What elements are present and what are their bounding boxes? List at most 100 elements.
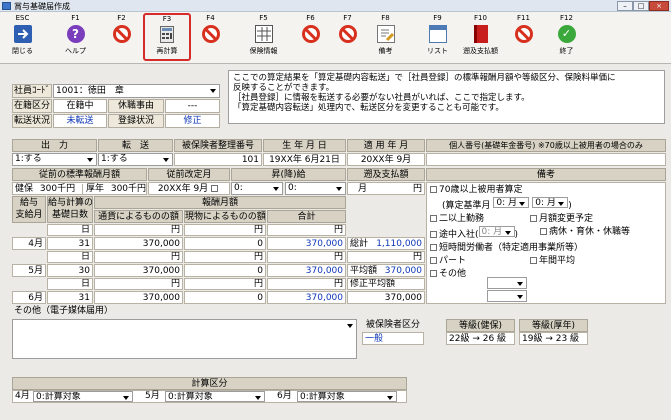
- in-kind-header: 現物によるものの額: [184, 210, 266, 223]
- info-note: ここでの算定結果を「算定基礎内容転送」で［社員登録］の標準報酬月額や等級区分、保…: [228, 70, 665, 124]
- row-in-kind[interactable]: 0: [184, 264, 266, 277]
- other-electronic-field[interactable]: [12, 319, 357, 359]
- transfer-status-label: 転送状況: [12, 114, 52, 128]
- apply-month-value: 20XX年 9月: [347, 153, 425, 166]
- mynumber-field[interactable]: [426, 153, 666, 166]
- kosei-value: 300: [110, 184, 129, 194]
- checkbox[interactable]: [540, 228, 547, 235]
- prev-revise-header: 従前改定月: [148, 168, 230, 181]
- row-days[interactable]: 31: [47, 237, 93, 250]
- f11-disabled-button[interactable]: F11: [503, 14, 544, 62]
- row-in-kind[interactable]: 0: [184, 291, 266, 304]
- monthly-change-option[interactable]: 月額変更予定: [530, 213, 593, 226]
- calc-apr-select[interactable]: 0:計算対象: [33, 391, 133, 402]
- other-electronic-header: その他（電子媒体届用）: [12, 305, 346, 318]
- prev-revise-value[interactable]: 20XX年 9月: [148, 182, 230, 195]
- checkbox[interactable]: [430, 257, 437, 264]
- prev-revise-text: 20XX年 9月: [157, 184, 209, 194]
- row-total: 370,000: [267, 291, 346, 304]
- checkbox[interactable]: [430, 231, 437, 238]
- yen-unit: 円: [267, 251, 346, 263]
- prohibited-icon: [201, 25, 220, 43]
- list-button[interactable]: F9 リスト: [417, 14, 458, 62]
- midway-option[interactable]: 途中入社(0: 月) 病休・育休・休職等: [430, 226, 662, 242]
- checkbox[interactable]: [430, 215, 437, 222]
- row-days[interactable]: 31: [47, 291, 93, 304]
- other-select-2[interactable]: [487, 290, 527, 302]
- annual-average-option[interactable]: 年間平均: [530, 255, 575, 268]
- f2-disabled-button[interactable]: F2: [101, 14, 142, 62]
- yen-unit: 円: [347, 251, 425, 263]
- function-toolbar: ESC 閉じる F1 ? ヘルプ F2 F3 再計算 F4 F5 保険情報 F6…: [0, 12, 671, 64]
- calendar-icon[interactable]: [211, 185, 219, 192]
- transfer-header: 転 送: [98, 139, 173, 152]
- leave-reason-label: 休職事由: [108, 99, 164, 113]
- grade-kosei-value: 19級 → 23 級: [519, 332, 588, 345]
- short-time-option[interactable]: 短時間労働者（特定適用事業所等）: [430, 242, 662, 255]
- registration-status-label: 登録状況: [108, 114, 164, 128]
- insured-type-header: 被保険者区分: [362, 319, 424, 332]
- retro-pay-field[interactable]: 月円: [347, 182, 425, 195]
- close-window-button[interactable]: ×: [649, 1, 669, 11]
- over70-option[interactable]: 70歳以上被用者算定: [430, 184, 662, 197]
- row-currency[interactable]: 370,000: [94, 237, 183, 250]
- f6-disabled-button[interactable]: F6: [290, 14, 331, 62]
- pay-change-month-select[interactable]: 0:: [231, 182, 283, 195]
- other-select-1[interactable]: [487, 277, 527, 289]
- transfer-select[interactable]: 1:する: [98, 153, 173, 166]
- checkbox[interactable]: [530, 257, 537, 264]
- calc-jun-label: 6月: [277, 391, 292, 401]
- grand-total-value: 1,110,000: [376, 239, 422, 249]
- prev-standard-header: 従前の標準報酬月額: [12, 168, 147, 181]
- yen-unit: 円: [184, 278, 266, 290]
- f4-disabled-button[interactable]: F4: [190, 14, 231, 62]
- transfer-status-value: 未転送: [53, 114, 107, 128]
- row-currency[interactable]: 370,000: [94, 291, 183, 304]
- retro-month-unit: 月: [358, 184, 368, 194]
- output-select[interactable]: 1:する: [12, 153, 97, 166]
- prev-standard-values: 健保 300千円 厚年 300千円: [12, 182, 147, 195]
- calc-apr-label: 4月: [15, 391, 30, 401]
- checkbox[interactable]: [430, 270, 437, 277]
- grade-kosei-header: 等級(厚年): [519, 319, 588, 332]
- part-option[interactable]: パート 年間平均: [430, 255, 662, 268]
- checkbox[interactable]: [430, 244, 437, 251]
- other-option[interactable]: その他: [430, 268, 662, 281]
- yen-unit: 円: [94, 278, 183, 290]
- edit-note-icon: [376, 25, 395, 43]
- pay-change-direction-select[interactable]: 0:: [285, 182, 346, 195]
- row-currency[interactable]: 370,000: [94, 264, 183, 277]
- row-in-kind[interactable]: 0: [184, 237, 266, 250]
- help-icon: ?: [66, 25, 85, 43]
- retro-payment-button[interactable]: F10 遡及支払額: [460, 14, 501, 62]
- checkbox[interactable]: [430, 186, 437, 193]
- help-button[interactable]: F1 ? ヘルプ: [55, 14, 96, 62]
- insurance-info-button[interactable]: F5 保険情報: [243, 14, 284, 62]
- checkbox[interactable]: [530, 215, 537, 222]
- minimize-button[interactable]: –: [617, 1, 633, 11]
- pay-change-header: 昇(降)給: [231, 168, 346, 181]
- calc-may-select[interactable]: 0:計算対象: [165, 391, 265, 402]
- calc-month1-select[interactable]: 0: 月: [493, 197, 530, 208]
- kenpo-value: 300: [39, 184, 58, 194]
- close-button[interactable]: ESC 閉じる: [2, 14, 43, 62]
- insured-number-header: 被保険者整理番号: [174, 139, 262, 152]
- remarks-button[interactable]: F8 備考: [365, 14, 406, 62]
- midway-month-select[interactable]: 0: 月: [478, 226, 515, 237]
- maximize-button[interactable]: □: [633, 1, 649, 11]
- calc-month2-select[interactable]: 0: 月: [532, 197, 569, 208]
- app-icon: [2, 2, 11, 10]
- yen-unit: 円: [94, 251, 183, 263]
- employee-select[interactable]: 1001：徳田 章: [53, 84, 220, 98]
- prohibited-icon: [514, 25, 533, 43]
- calc-jun-select[interactable]: 0:計算対象: [297, 391, 397, 402]
- finish-button[interactable]: F12 ✓ 終了: [546, 14, 587, 62]
- grand-total: 総計 1,110,000: [347, 237, 425, 250]
- recalculate-button[interactable]: F3 再計算: [143, 13, 191, 61]
- two-plus-option[interactable]: 二以上勤務 月額変更予定: [430, 213, 662, 226]
- f7-disabled-button[interactable]: F7: [327, 14, 368, 62]
- row-days[interactable]: 30: [47, 264, 93, 277]
- adjusted-average-value[interactable]: 370,000: [347, 291, 425, 304]
- sick-leave-option[interactable]: 病休・育休・休職等: [540, 226, 630, 239]
- monthly-pay-header: 報酬月額: [94, 196, 346, 209]
